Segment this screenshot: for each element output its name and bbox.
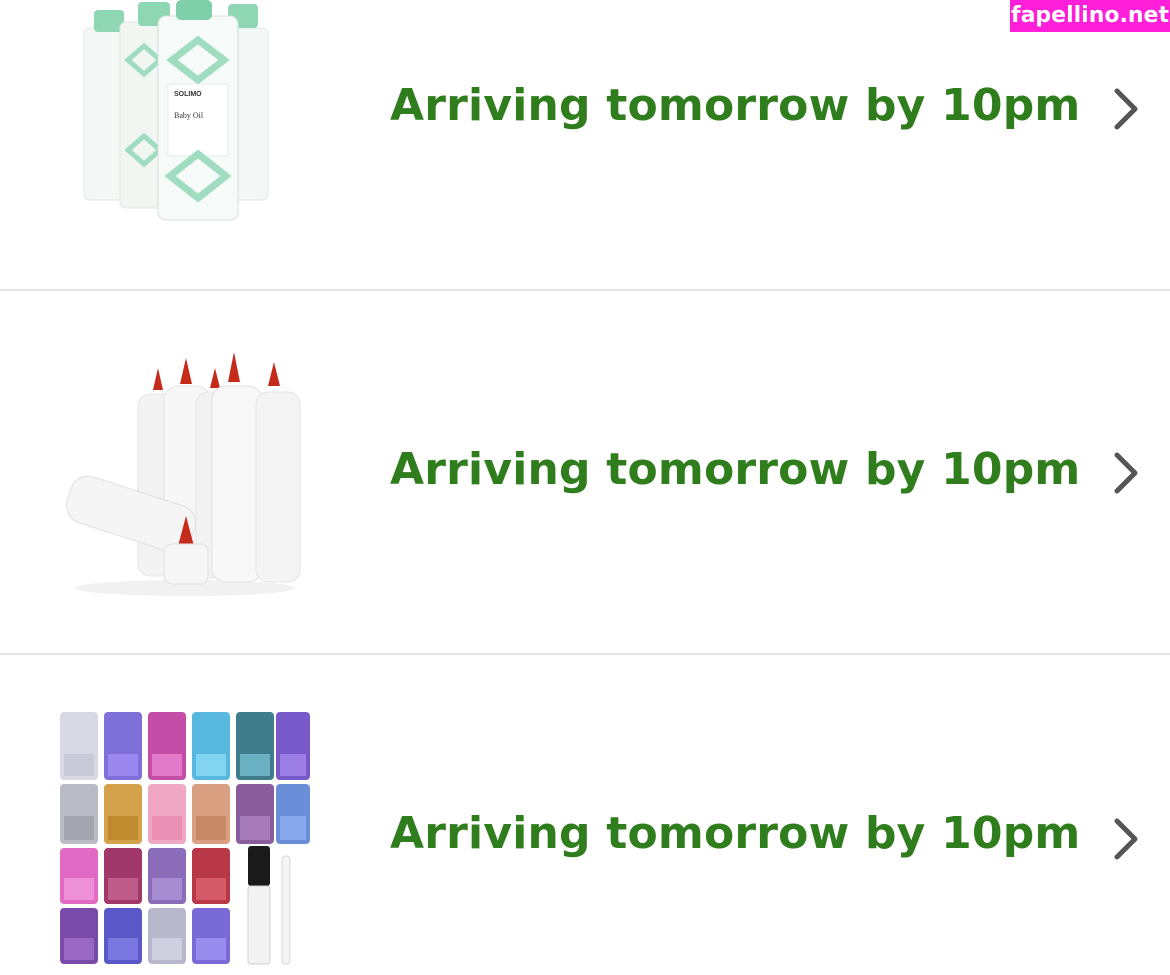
watermark-label: fapellino.net — [1010, 0, 1170, 32]
chevron-right-icon[interactable] — [1110, 86, 1142, 132]
delivery-status: Arriving tomorrow by 10pm — [390, 80, 1081, 131]
order-row-squeeze-bottles[interactable]: Arriving tomorrow by 10pm — [0, 292, 1170, 654]
chevron-right-icon[interactable] — [1110, 816, 1142, 862]
delivery-status: Arriving tomorrow by 10pm — [390, 808, 1081, 859]
order-list: SOLIMO Baby Oil Arriving tomorrow by 10p… — [0, 0, 1170, 975]
product-image-baby-oil: SOLIMO Baby Oil — [83, 0, 269, 221]
bottle-product-label: Baby Oil — [174, 111, 204, 120]
product-image-glitter-set — [60, 712, 310, 965]
row-divider — [0, 289, 1170, 291]
row-divider — [0, 653, 1170, 655]
delivery-status: Arriving tomorrow by 10pm — [390, 444, 1081, 495]
bottle-brand-label: SOLIMO — [174, 91, 202, 98]
order-row-glitter-set[interactable]: Arriving tomorrow by 10pm — [0, 656, 1170, 975]
order-row-baby-oil[interactable]: SOLIMO Baby Oil Arriving tomorrow by 10p… — [0, 0, 1170, 290]
product-image-squeeze-bottles — [65, 352, 301, 596]
chevron-right-icon[interactable] — [1110, 450, 1142, 496]
